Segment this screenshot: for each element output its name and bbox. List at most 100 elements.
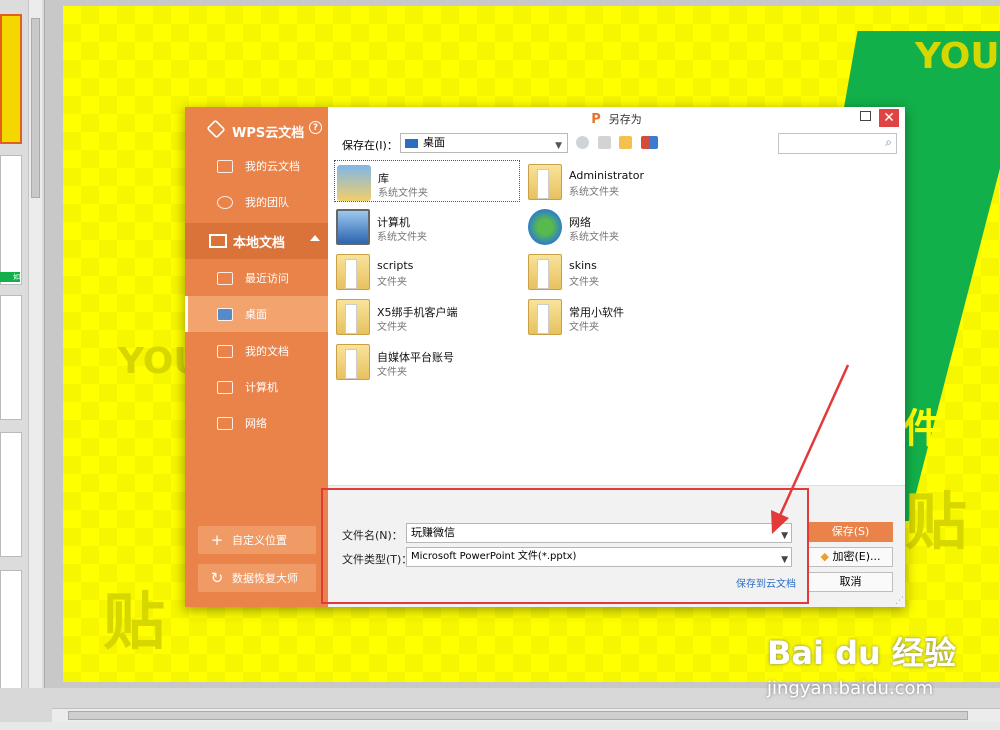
slide-thumbnail-3[interactable] (0, 295, 22, 420)
custom-location-label: 自定义位置 (232, 534, 287, 547)
sidebar-item-recent[interactable]: 最近访问 (185, 260, 328, 296)
slide-thumbnail-panel: 如 (0, 0, 45, 730)
view-menu-icon[interactable] (641, 136, 658, 149)
file-list[interactable]: 库 系统文件夹 Administrator 系统文件夹 计算机 系统文件夹 网络… (333, 159, 902, 479)
new-folder-icon[interactable] (619, 136, 632, 149)
sidebar-item-label: 我的团队 (245, 196, 289, 209)
scrollbar-thumb[interactable] (31, 18, 40, 198)
data-recovery-label: 数据恢复大师 (232, 572, 298, 585)
file-type: 系统文件夹 (378, 188, 428, 199)
cloud-icon (206, 119, 226, 139)
file-type: 文件夹 (569, 322, 599, 333)
annotation-rectangle (321, 488, 809, 604)
close-button[interactable]: ✕ (879, 109, 899, 127)
dialog-titlebar[interactable]: P 另存为 ✕ (328, 107, 905, 131)
sidebar-item-label: 我的文档 (245, 345, 289, 358)
file-type: 系统文件夹 (569, 232, 619, 243)
watermark-char-left: 贴 (103, 585, 166, 658)
file-item-network[interactable]: 网络 系统文件夹 (526, 205, 712, 247)
slide-thumbnail-2[interactable] (0, 155, 22, 285)
sidebar-item-label: 我的云文档 (245, 160, 300, 173)
desktop-icon (405, 139, 418, 148)
network-icon (217, 416, 233, 430)
library-icon (337, 165, 371, 201)
file-item-library[interactable]: 库 系统文件夹 (334, 160, 520, 202)
search-input[interactable]: ⌕ (778, 133, 897, 154)
file-type: 系统文件夹 (377, 232, 427, 243)
monitor-icon (209, 234, 227, 248)
status-bar (0, 722, 1000, 730)
folder-icon (336, 254, 370, 290)
horizontal-scrollbar[interactable] (52, 708, 1000, 722)
sidebar-item-my-cloud-docs[interactable]: 我的云文档 (185, 148, 328, 184)
computer-icon (217, 380, 233, 394)
folder-icon (528, 299, 562, 335)
cloud-doc-icon (217, 159, 233, 173)
save-in-label: 保存在(I)： (342, 139, 398, 152)
data-recovery-button[interactable]: ↻ 数据恢复大师 (198, 564, 316, 592)
local-docs-title: 本地文档 (233, 235, 286, 251)
help-icon[interactable]: ? (309, 121, 322, 134)
save-button[interactable]: 保存(S) (808, 522, 893, 542)
sidebar-item-network[interactable]: 网络 (185, 405, 328, 441)
collapse-icon[interactable] (310, 235, 320, 241)
scrollbar-thumb[interactable] (68, 711, 968, 720)
resize-grip-icon[interactable]: ⋰ (895, 596, 904, 606)
location-dropdown[interactable]: 桌面 ▼ (400, 133, 568, 153)
file-item-computer[interactable]: 计算机 系统文件夹 (334, 205, 520, 247)
slide-thumbnail-4[interactable] (0, 432, 22, 557)
slide-partial-text: 件 (903, 406, 943, 452)
recent-icon (217, 271, 233, 285)
folder-icon (336, 344, 370, 380)
folder-icon (528, 254, 562, 290)
baidu-logo-text: Bai du 经验 (767, 634, 956, 672)
dialog-title: 另存为 (608, 113, 642, 126)
slide-thumbnail-1[interactable] (0, 14, 22, 144)
sidebar-item-documents[interactable]: 我的文档 (185, 333, 328, 369)
encrypt-button[interactable]: ◆ 加密(E)... (808, 547, 893, 567)
file-type: 文件夹 (377, 277, 407, 288)
dialog-sidebar: WPS云文档 ? 我的云文档 我的团队 本地文档 最近访问 桌面 我的文档 计算… (185, 107, 328, 607)
up-folder-icon[interactable] (598, 136, 611, 149)
file-item-scripts[interactable]: scripts 文件夹 (334, 250, 520, 292)
file-item-common-software[interactable]: 常用小软件 文件夹 (526, 295, 712, 337)
custom-location-button[interactable]: + 自定义位置 (198, 526, 316, 554)
chevron-down-icon: ▼ (555, 141, 562, 151)
file-type: 文件夹 (377, 367, 407, 378)
wps-logo-icon: P (591, 111, 601, 127)
file-name: scripts (377, 259, 414, 272)
watermark-char-right: 贴 (905, 485, 968, 558)
local-docs-header[interactable]: 本地文档 (185, 223, 328, 259)
file-type: 文件夹 (569, 277, 599, 288)
file-item-media-accounts[interactable]: 自媒体平台账号 文件夹 (334, 340, 520, 382)
sidebar-item-my-team[interactable]: 我的团队 (185, 184, 328, 220)
thumbnail-label: 如 (0, 272, 20, 282)
thumbnail-scrollbar[interactable] (28, 0, 42, 722)
back-icon[interactable] (576, 136, 589, 149)
network-icon (528, 209, 562, 245)
sidebar-item-label: 桌面 (245, 308, 267, 321)
recovery-icon: ↻ (210, 569, 224, 587)
file-item-x5[interactable]: X5绑手机客户端 文件夹 (334, 295, 520, 337)
file-item-administrator[interactable]: Administrator 系统文件夹 (526, 160, 712, 202)
slide-thumbnail-5[interactable] (0, 570, 22, 705)
computer-icon (336, 209, 370, 245)
sidebar-item-label: 计算机 (245, 381, 278, 394)
search-icon: ⌕ (885, 135, 892, 149)
maximize-button[interactable] (860, 111, 871, 121)
plus-icon: + (210, 531, 224, 549)
wps-cloud-header[interactable]: WPS云文档 ? (185, 115, 328, 145)
shield-icon: ◆ (820, 550, 829, 563)
location-value: 桌面 (423, 136, 445, 149)
team-icon (217, 195, 233, 209)
documents-icon (217, 344, 233, 358)
cancel-button[interactable]: 取消 (808, 572, 893, 592)
sidebar-item-computer[interactable]: 计算机 (185, 369, 328, 405)
file-name: Administrator (569, 169, 644, 182)
file-name: skins (569, 259, 597, 272)
sidebar-item-desktop[interactable]: 桌面 (185, 296, 328, 332)
sidebar-item-label: 最近访问 (245, 272, 289, 285)
file-type: 系统文件夹 (569, 187, 619, 198)
file-item-skins[interactable]: skins 文件夹 (526, 250, 712, 292)
watermark-brand: YOU (915, 36, 1000, 77)
